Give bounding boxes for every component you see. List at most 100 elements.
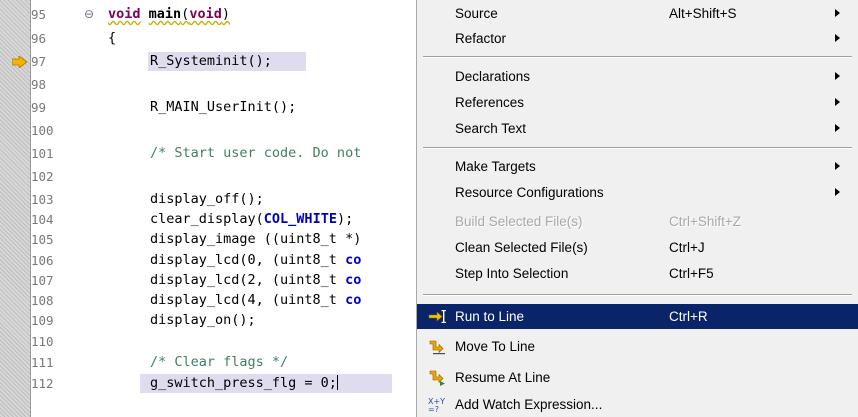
menu-item-declarations[interactable]: Declarations <box>417 64 858 89</box>
code-line: 104 clear_display(COL_WHITE); <box>0 210 420 229</box>
code-fragment: display_lcd(2, (uint8_t <box>150 272 346 288</box>
constant: co <box>345 272 362 288</box>
menu-item-label: Add Watch Expression... <box>455 397 603 412</box>
code-line: 105 display_image ((uint8_t *) <box>0 230 420 249</box>
code-fragment: g_switch_press_flg = 0; <box>150 375 337 391</box>
menu-item-label: Resume At Line <box>455 370 551 385</box>
code-comment: /* Clear flags */ <box>150 354 289 370</box>
menu-item-shortcut: Ctrl+Shift+Z <box>669 214 742 229</box>
line-number: 97 <box>31 54 47 69</box>
code-line-current: 97 R_Systeminit(); <box>0 52 420 71</box>
code-line: 107 display_lcd(2, (uint8_t co <box>0 271 420 290</box>
code-fragment: display_lcd(4, (uint8_t <box>150 292 346 308</box>
code-line: 111 /* Clear flags */ <box>0 353 420 372</box>
line-number: 107 <box>31 273 54 288</box>
code-line: 109 display_on(); <box>0 311 420 330</box>
code-line: 100 <box>0 121 420 140</box>
menu-item-resume-at-line[interactable]: Resume At Line <box>417 365 858 390</box>
code-text: R_MAIN_UserInit(); <box>150 99 297 115</box>
menu-item-resource-configurations[interactable]: Resource Configurations <box>417 180 858 205</box>
fold-toggle-icon[interactable]: ⊖ <box>84 5 94 24</box>
code-line: 96 { <box>0 29 420 48</box>
add-watch-expression-icon: X+Y =? <box>428 397 445 413</box>
resume-at-line-icon <box>429 370 445 386</box>
line-number: 105 <box>31 232 54 247</box>
constant: co <box>345 252 362 268</box>
code-text: g_switch_press_flg = 0; <box>150 374 338 393</box>
menu-item-build-selected-files: Build Selected File(s) Ctrl+Shift+Z <box>417 209 858 234</box>
line-number: 98 <box>31 77 47 92</box>
code-line-caret: 112 g_switch_press_flg = 0; <box>0 374 420 393</box>
code-text: clear_display(COL_WHITE); <box>150 210 353 229</box>
text-caret <box>336 375 338 390</box>
line-number: 96 <box>31 31 47 46</box>
menu-item-clean-selected-files[interactable]: Clean Selected File(s) Ctrl+J <box>417 235 858 260</box>
code-line: 110 <box>0 332 420 351</box>
line-number: 100 <box>31 123 54 138</box>
menu-item-shortcut: Ctrl+R <box>669 309 708 324</box>
menu-item-references[interactable]: References <box>417 90 858 115</box>
menu-item-run-to-line[interactable]: Run to Line Ctrl+R <box>417 304 858 329</box>
submenu-arrow-icon <box>835 162 840 170</box>
code-line: 95 ⊖ void main(void) <box>0 5 420 24</box>
menu-separator <box>423 56 852 58</box>
code-text: display_lcd(0, (uint8_t co <box>150 251 361 270</box>
menu-item-add-watch-expression[interactable]: X+Y =? Add Watch Expression... <box>417 392 858 417</box>
move-to-line-icon <box>429 340 445 355</box>
code-fragment: ); <box>336 211 354 227</box>
menu-item-label: Step Into Selection <box>455 266 569 281</box>
line-number: 106 <box>31 253 54 268</box>
code-line: 102 <box>0 167 420 186</box>
submenu-arrow-icon <box>835 72 840 80</box>
context-menu: Source Alt+Shift+S Refactor Declarations… <box>416 0 858 417</box>
code-text: display_off(); <box>150 191 264 207</box>
code-text: R_Systeminit(); <box>150 53 272 69</box>
punctuation: ) <box>221 6 230 22</box>
menu-item-source[interactable]: Source Alt+Shift+S <box>417 1 858 26</box>
menu-item-step-into-selection[interactable]: Step Into Selection Ctrl+F5 <box>417 261 858 286</box>
code-fragment: display_lcd(0, (uint8_t <box>150 252 346 268</box>
code-line: 106 display_lcd(0, (uint8_t co <box>0 251 420 270</box>
code-text: display_on(); <box>150 312 256 328</box>
menu-item-label: Source <box>455 6 498 21</box>
line-number: 111 <box>31 355 54 370</box>
code-line: 101 /* Start user code. Do not <box>0 144 420 163</box>
line-number: 104 <box>31 212 54 227</box>
menu-item-shortcut: Alt+Shift+S <box>669 6 737 21</box>
keyword: void <box>108 6 141 22</box>
menu-separator <box>423 147 852 149</box>
menu-item-refactor[interactable]: Refactor <box>417 26 858 51</box>
code-text: display_image ((uint8_t *) <box>150 231 362 247</box>
menu-item-label: Make Targets <box>455 159 536 174</box>
submenu-arrow-icon <box>835 188 840 196</box>
menu-item-label: Refactor <box>455 31 507 46</box>
function-name: main <box>148 6 182 22</box>
menu-item-label: Move To Line <box>455 339 536 354</box>
constant: co <box>345 292 362 308</box>
menu-item-shortcut: Ctrl+J <box>669 240 705 255</box>
line-number: 102 <box>31 169 54 184</box>
menu-item-label: Resource Configurations <box>455 185 604 200</box>
submenu-arrow-icon <box>835 34 840 42</box>
line-number: 103 <box>31 192 54 207</box>
menu-item-move-to-line[interactable]: Move To Line <box>417 334 858 359</box>
menu-item-label: Search Text <box>455 121 527 136</box>
submenu-arrow-icon <box>835 124 840 132</box>
line-number: 108 <box>31 293 54 308</box>
code-line: 103 display_off(); <box>0 190 420 209</box>
line-number: 109 <box>31 313 54 328</box>
menu-item-label: Run to Line <box>455 309 525 324</box>
menu-item-label: References <box>455 95 525 110</box>
code-line: 98 <box>0 75 420 94</box>
menu-item-shortcut: Ctrl+F5 <box>669 266 714 281</box>
constant: COL_WHITE <box>263 211 337 227</box>
menu-separator <box>423 294 852 296</box>
code-text: void main(void) <box>108 5 230 24</box>
menu-item-search-text[interactable]: Search Text <box>417 116 858 141</box>
line-number: 99 <box>31 100 47 115</box>
menu-item-label: Build Selected File(s) <box>455 214 583 229</box>
run-to-line-icon <box>428 310 446 323</box>
menu-item-make-targets[interactable]: Make Targets <box>417 154 858 179</box>
menu-item-label: Clean Selected File(s) <box>455 240 588 255</box>
submenu-arrow-icon <box>835 9 840 17</box>
